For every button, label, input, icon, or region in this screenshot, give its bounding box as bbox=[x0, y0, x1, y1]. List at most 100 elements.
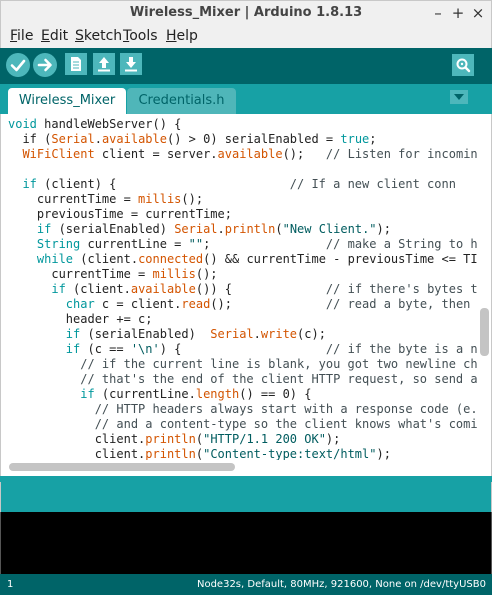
code-token: client. bbox=[8, 447, 146, 461]
code-token: if bbox=[51, 282, 66, 296]
vertical-scrollbar[interactable] bbox=[478, 114, 491, 460]
code-token: (client) { bbox=[36, 177, 290, 191]
code-token: '\n' bbox=[130, 342, 160, 356]
code-token: . bbox=[217, 222, 225, 236]
code-token: . bbox=[94, 132, 102, 146]
horizontal-scroll-thumb[interactable] bbox=[9, 463, 235, 471]
code-token: // if there's bytes to bbox=[325, 282, 478, 296]
code-line: if (client) { // If a new client conn bbox=[8, 177, 478, 192]
minimize-button[interactable]: – bbox=[428, 3, 448, 23]
menu-help-label: elp bbox=[176, 28, 198, 44]
code-token: connected bbox=[138, 252, 204, 266]
menu-edit[interactable]: Edit bbox=[41, 28, 68, 44]
menu-help[interactable]: Help bbox=[166, 28, 198, 44]
code-token: ( bbox=[275, 222, 283, 236]
code-line: currentTime = millis(); bbox=[8, 192, 478, 207]
code-token: (c); bbox=[297, 327, 326, 341]
code-line: if (client.available()) { // if there's … bbox=[8, 282, 478, 297]
code-token: void bbox=[8, 117, 37, 131]
code-area[interactable]: void handleWebServer() { if (Serial.avai… bbox=[8, 117, 478, 462]
code-line: previousTime = currentTime; bbox=[8, 207, 478, 222]
code-token: if bbox=[80, 387, 95, 401]
code-token: println bbox=[145, 447, 196, 461]
code-line: WiFiClient client = server.available(); … bbox=[8, 147, 478, 162]
code-token: available bbox=[101, 132, 167, 146]
code-token: // HTTP headers always start with a resp… bbox=[94, 402, 478, 416]
tab-wireless-mixer[interactable]: Wireless_Mixer bbox=[8, 88, 126, 114]
code-token: // if the byte is a new bbox=[325, 342, 478, 356]
serial-monitor-icon[interactable] bbox=[452, 54, 474, 76]
menu-file[interactable]: File bbox=[10, 28, 33, 44]
code-token: true bbox=[340, 132, 370, 146]
menu-sketch-mnemonic: S bbox=[75, 28, 84, 44]
tab-credentials[interactable]: Credentials.h bbox=[127, 88, 236, 114]
menu-file-label: ile bbox=[17, 28, 34, 44]
code-token: char bbox=[65, 297, 95, 311]
status-bar: 1 Node32s, Default, 80MHz, 921600, None … bbox=[0, 574, 492, 595]
menu-tools[interactable]: Tools bbox=[123, 28, 158, 44]
code-token: // Listen for incoming bbox=[325, 147, 478, 161]
maximize-button[interactable]: + bbox=[448, 3, 468, 23]
console-output bbox=[0, 512, 492, 574]
code-line: if (serialEnabled) Serial.println("New C… bbox=[8, 222, 478, 237]
new-icon[interactable] bbox=[65, 53, 87, 75]
code-editor[interactable]: void handleWebServer() { if (Serial.avai… bbox=[0, 114, 492, 476]
code-line: // if the current line is blank, you got… bbox=[8, 357, 478, 372]
menu-edit-label: dit bbox=[49, 28, 69, 44]
code-token: "New Client." bbox=[282, 222, 377, 236]
menu-sketch[interactable]: Sketch bbox=[75, 28, 122, 44]
code-token: "" bbox=[188, 237, 204, 251]
toolbar bbox=[0, 48, 492, 84]
code-token: handleWebServer() { bbox=[36, 117, 182, 131]
code-token: (); bbox=[181, 192, 204, 206]
code-token: // make a String to hol bbox=[325, 237, 478, 251]
code-token: // if the current line is blank, you got… bbox=[80, 357, 478, 371]
menu-tools-label: ools bbox=[129, 28, 158, 44]
code-token: if bbox=[65, 327, 81, 341]
board-info: Node32s, Default, 80MHz, 921600, None on… bbox=[196, 579, 486, 590]
code-token: () > 0) serialEnabled = bbox=[166, 132, 341, 146]
code-token: (); bbox=[282, 147, 326, 161]
code-token: available bbox=[217, 147, 283, 161]
code-token: ( bbox=[195, 447, 204, 461]
code-line: if (Serial.available() > 0) serialEnable… bbox=[8, 132, 478, 147]
code-line: void handleWebServer() { bbox=[8, 117, 478, 132]
code-token: ; bbox=[369, 132, 377, 146]
code-token: String bbox=[36, 237, 81, 251]
code-line: // HTTP headers always start with a resp… bbox=[8, 402, 478, 417]
verify-icon[interactable] bbox=[6, 53, 30, 77]
upload-icon[interactable] bbox=[33, 53, 57, 77]
open-icon[interactable] bbox=[93, 53, 115, 75]
code-token: client. bbox=[8, 432, 146, 446]
code-token: "Content-type:text/html" bbox=[203, 447, 377, 461]
code-token: // and a content-type so the client know… bbox=[94, 417, 478, 431]
chevron-down-icon[interactable] bbox=[450, 90, 468, 104]
vertical-scroll-thumb[interactable] bbox=[480, 308, 489, 356]
code-line: String currentLine = ""; // make a Strin… bbox=[8, 237, 478, 252]
close-button[interactable]: × bbox=[468, 3, 488, 23]
code-line: // that's the end of the client HTTP req… bbox=[8, 372, 478, 387]
code-line: if (c == '\n') { // if the byte is a new bbox=[8, 342, 478, 357]
code-line: if (currentLine.length() == 0) { bbox=[8, 387, 478, 402]
code-token: "HTTP/1.1 200 OK" bbox=[203, 432, 326, 446]
code-token: if bbox=[36, 222, 52, 236]
code-token: ); bbox=[325, 432, 341, 446]
code-token: length bbox=[195, 387, 240, 401]
menu-bar: File Edit Sketch Tools Help bbox=[0, 26, 492, 48]
message-area bbox=[0, 482, 492, 512]
title-bar: Wireless_Mixer | Arduino 1.8.13 – + × bbox=[0, 0, 492, 26]
code-line: char c = client.read(); // read a byte, … bbox=[8, 297, 478, 312]
code-token: millis bbox=[152, 267, 196, 281]
code-token: println bbox=[145, 432, 196, 446]
code-token: (serialEnabled) bbox=[80, 327, 211, 341]
menu-file-mnemonic: F bbox=[10, 28, 18, 44]
code-token: previousTime = currentTime; bbox=[8, 207, 232, 221]
code-token: if ( bbox=[8, 132, 52, 146]
code-token: (currentLine. bbox=[94, 387, 196, 401]
save-icon[interactable] bbox=[120, 53, 142, 75]
code-token: . bbox=[253, 327, 261, 341]
